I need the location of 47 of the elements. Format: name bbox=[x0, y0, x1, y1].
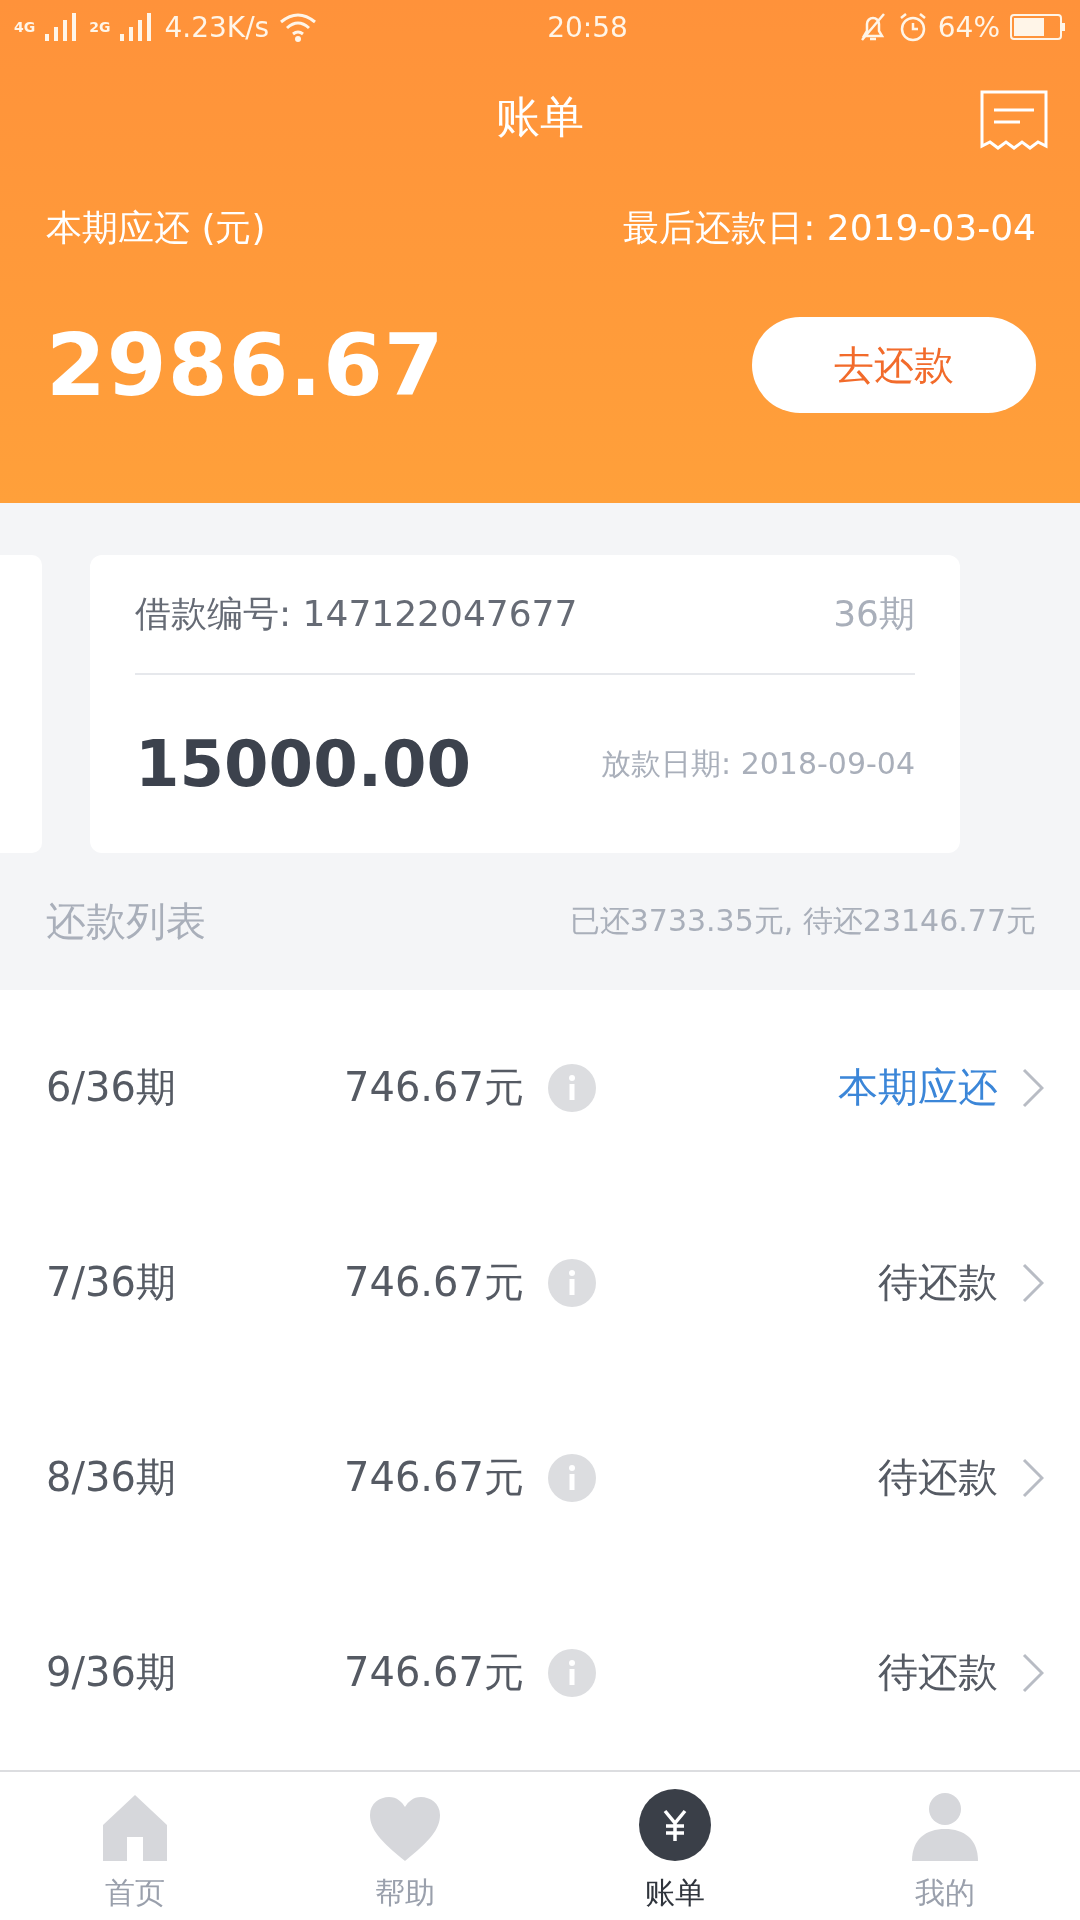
due-date: 最后还款日: 2019-03-04 bbox=[623, 206, 1036, 250]
installment-amount: 746.67元 bbox=[344, 1453, 524, 1502]
loan-number: 借款编号: 147122047677 bbox=[135, 591, 578, 636]
period-label: 9/36期 bbox=[46, 1648, 177, 1697]
nav-tab[interactable]: 账单 bbox=[540, 1772, 810, 1920]
chevron-right-icon bbox=[1022, 1652, 1044, 1693]
installment-amount: 746.67元 bbox=[344, 1063, 524, 1112]
chevron-right-icon bbox=[1022, 1457, 1044, 1498]
due-label: 本期应还 (元) bbox=[46, 206, 266, 250]
due-amount: 2986.67 bbox=[46, 315, 445, 415]
receipt-icon[interactable] bbox=[980, 90, 1048, 150]
repayment-row[interactable]: 7/36期 746.67元 待还款 bbox=[0, 1185, 1080, 1380]
battery-icon bbox=[1010, 14, 1066, 40]
network-speed: 4.23K/s bbox=[164, 10, 270, 44]
period-label: 7/36期 bbox=[46, 1258, 177, 1307]
repayment-status: 待还款 bbox=[878, 1258, 998, 1307]
info-icon[interactable] bbox=[547, 1453, 596, 1502]
network-type: 2G bbox=[89, 19, 111, 35]
repayment-row[interactable]: 6/36期 746.67元 本期应还 bbox=[0, 990, 1080, 1185]
repayment-status: 待还款 bbox=[878, 1648, 998, 1697]
repayment-status: 本期应还 bbox=[838, 1063, 998, 1112]
info-icon[interactable] bbox=[547, 1258, 596, 1307]
repayment-status: 待还款 bbox=[878, 1453, 998, 1502]
loan-amount: 15000.00 bbox=[135, 727, 472, 801]
installment-amount: 746.67元 bbox=[344, 1258, 524, 1307]
network-type: 4G bbox=[14, 19, 36, 35]
home-icon bbox=[103, 1795, 167, 1861]
yuan-icon bbox=[639, 1789, 711, 1861]
installment-amount: 746.67元 bbox=[344, 1648, 524, 1697]
heart-icon bbox=[370, 1797, 440, 1861]
repayment-row[interactable]: 8/36期 746.67元 待还款 bbox=[0, 1380, 1080, 1575]
info-icon[interactable] bbox=[547, 1063, 596, 1112]
issue-date: 放款日期: 2018-09-04 bbox=[601, 744, 915, 783]
chevron-right-icon bbox=[1022, 1262, 1044, 1303]
repayment-summary: 已还3733.35元, 待还23146.77元 bbox=[569, 902, 1036, 940]
info-icon[interactable] bbox=[547, 1648, 596, 1697]
period-label: 6/36期 bbox=[46, 1063, 177, 1112]
period-label: 8/36期 bbox=[46, 1453, 177, 1502]
wifi-icon bbox=[279, 12, 318, 42]
page-title: 账单 bbox=[496, 89, 584, 144]
chevron-right-icon bbox=[1022, 1067, 1044, 1108]
list-title: 还款列表 bbox=[46, 897, 206, 946]
period-count: 36期 bbox=[833, 591, 915, 636]
repayment-row[interactable]: 9/36期 746.67元 待还款 bbox=[0, 1575, 1080, 1770]
clock-time: 20:58 bbox=[547, 10, 628, 44]
battery-percent: 64% bbox=[937, 10, 1000, 44]
person-icon bbox=[912, 1793, 978, 1861]
